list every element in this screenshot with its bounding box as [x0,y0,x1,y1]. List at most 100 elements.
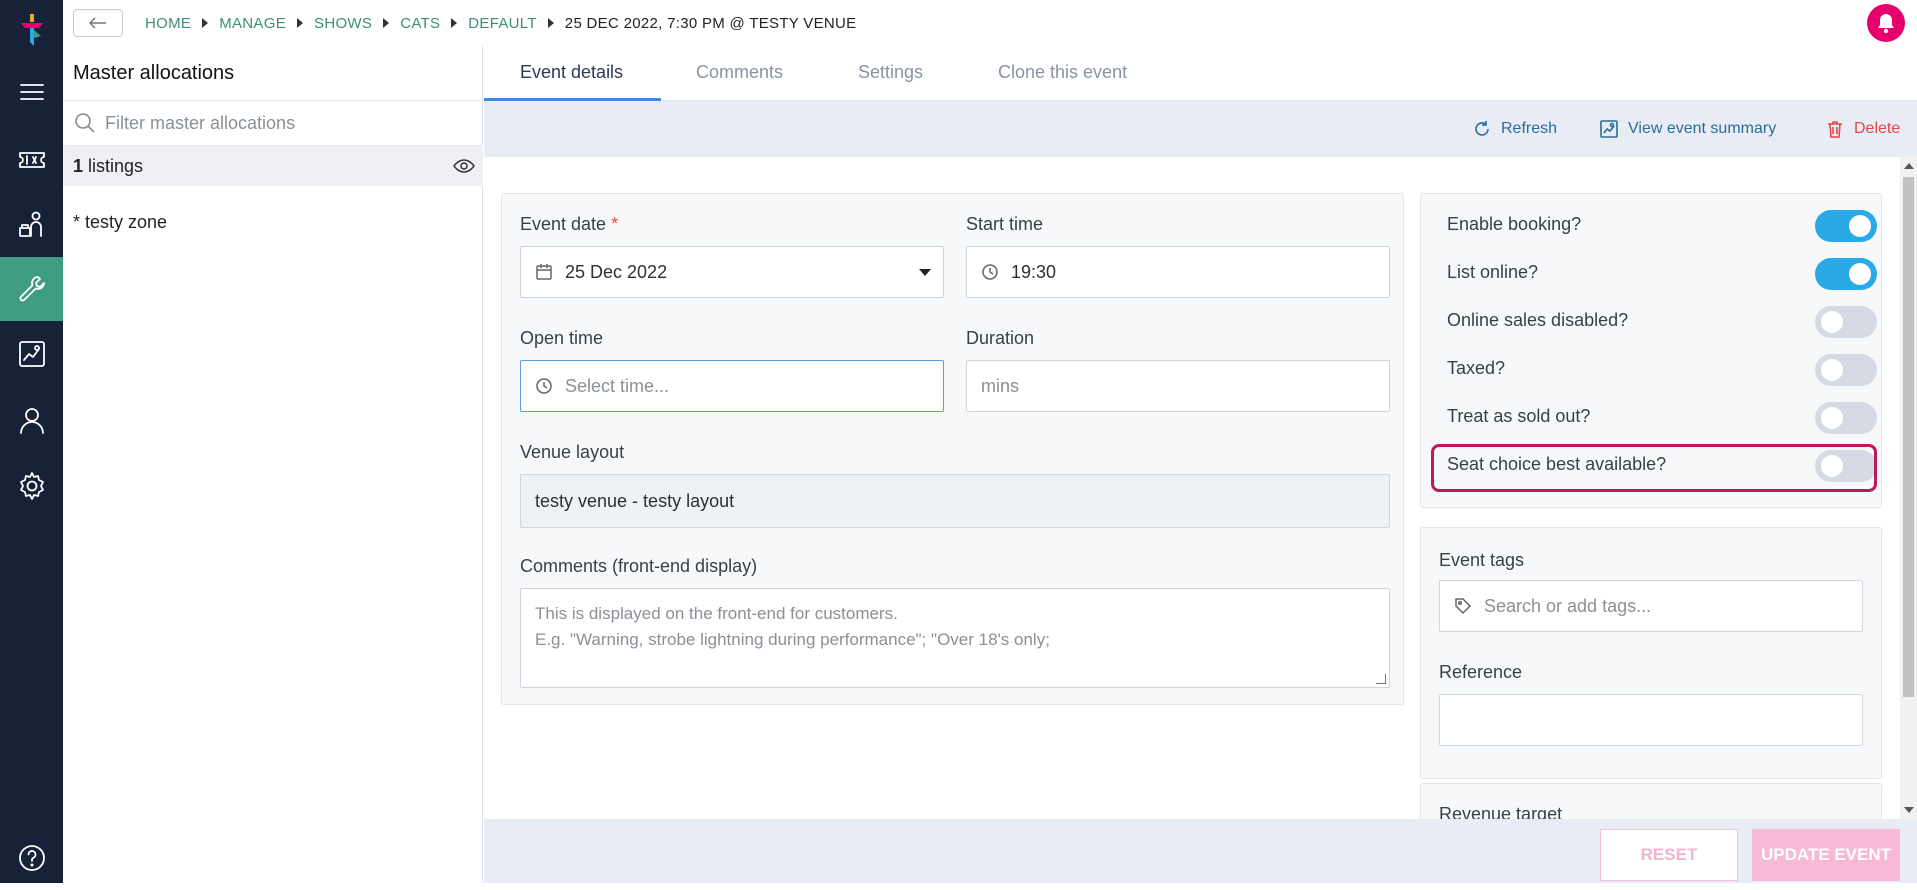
enable-booking-label: Enable booking? [1447,214,1582,234]
event-date-picker[interactable]: 25 Dec 2022 [520,246,944,298]
breadcrumb-separator-icon [383,18,390,28]
start-time-field[interactable]: 19:30 [966,246,1390,298]
view-event-summary-label: View event summary [1628,120,1777,137]
calendar-icon [536,264,552,280]
app-logo[interactable] [17,12,47,48]
tab-settings[interactable]: Settings [858,62,923,83]
event-date-label-text: Event date [520,214,607,234]
start-time-label: Start time [966,214,1044,234]
summary-icon [1600,120,1618,138]
comments-textarea[interactable]: This is displayed on the front-end for c… [520,588,1390,688]
event-tags-input[interactable]: Search or add tags... [1439,580,1863,632]
zone-item[interactable]: * testy zone [73,212,167,233]
action-bar: Refresh View event summary Delete [484,101,1917,157]
venue-layout-value: testy venue - testy layout [535,490,735,511]
event-date-label: Event date * [520,214,618,235]
reference-input[interactable] [1439,694,1863,746]
filter-bar [63,100,483,146]
tab-clone-event[interactable]: Clone this event [998,62,1127,83]
duration-field[interactable]: mins [966,360,1390,412]
venue-layout-field: testy venue - testy layout [520,474,1390,528]
duration-placeholder: mins [981,375,1020,396]
customer-service-icon[interactable] [0,192,63,256]
list-online-toggle[interactable] [1815,258,1877,290]
listings-row[interactable]: 1 listings [63,146,483,186]
scroll-down-icon[interactable] [1904,807,1914,813]
enable-booking-toggle[interactable] [1815,210,1877,242]
highlight-box [1431,444,1877,492]
breadcrumb-manage[interactable]: MANAGE [219,15,286,32]
duration-label: Duration [966,328,1035,348]
scrollbar-thumb[interactable] [1903,177,1914,697]
ticket-icon[interactable] [0,128,63,192]
panel-title: Master allocations [73,62,235,84]
refresh-label: Refresh [1501,120,1558,137]
breadcrumb-shows[interactable]: SHOWS [314,15,372,32]
event-form-card: Event date * 25 Dec 2022 Start time 19:3… [501,193,1404,705]
delete-label: Delete [1854,120,1901,137]
start-time-value: 19:30 [1011,261,1057,282]
event-options-card: Enable booking? List online? Online sale… [1420,193,1882,508]
toggle-row-treat-as-sold-out: Treat as sold out? [1447,398,1877,438]
settings-gear-icon[interactable] [0,454,63,518]
tab-comments[interactable]: Comments [696,62,783,83]
menu-icon[interactable] [0,60,63,124]
required-marker: * [611,214,619,234]
open-time-placeholder: Select time... [565,375,670,396]
eye-icon[interactable] [453,156,475,176]
open-time-label: Open time [520,328,604,348]
breadcrumb-separator-icon [297,18,304,28]
view-event-summary-button[interactable]: View event summary [1599,119,1776,139]
list-online-label: List online? [1447,262,1539,282]
tab-event-details[interactable]: Event details [520,62,623,83]
content-scrollbar[interactable] [1900,157,1917,819]
listings-label: listings [88,155,144,176]
bell-icon [1878,14,1894,34]
breadcrumb-separator-icon [547,18,554,28]
clock-icon [536,378,552,394]
comments-placeholder-line-1: This is displayed on the front-end for c… [535,604,898,623]
taxed-label: Taxed? [1447,358,1506,378]
update-event-button[interactable]: UPDATE EVENT [1752,829,1900,881]
toggle-row-list-online: List online? [1447,254,1877,294]
refresh-button[interactable]: Refresh [1472,119,1557,139]
help-icon[interactable] [0,826,63,890]
back-button[interactable] [73,9,123,37]
event-date-value: 25 Dec 2022 [565,261,668,282]
breadcrumb-home[interactable]: HOME [145,15,191,32]
master-allocations-panel: Master allocations 1 listings * testy zo… [63,46,483,883]
breadcrumb-default[interactable]: DEFAULT [468,15,537,32]
online-sales-disabled-label: Online sales disabled? [1447,310,1629,330]
app-sidebar [0,0,63,883]
toggle-row-online-sales-disabled: Online sales disabled? [1447,302,1877,342]
notifications-button[interactable] [1867,4,1905,42]
comments-placeholder-line-2: E.g. "Warning, strobe lightning during p… [535,630,1050,649]
search-icon [75,113,95,133]
bottom-action-bar: RESET UPDATE EVENT [484,819,1917,883]
delete-button[interactable]: Delete [1825,119,1900,139]
breadcrumb-current: 25 DEC 2022, 7:30 PM @ TESTY VENUE [564,14,857,32]
venue-layout-label: Venue layout [520,442,625,462]
user-icon[interactable] [0,388,63,452]
reset-button[interactable]: RESET [1600,829,1738,881]
treat-as-sold-out-toggle[interactable] [1815,402,1877,434]
wrench-icon[interactable] [0,257,63,321]
scroll-up-icon[interactable] [1904,163,1914,169]
reports-icon[interactable] [0,322,63,386]
treat-as-sold-out-label: Treat as sold out? [1447,406,1591,426]
open-time-field[interactable]: Select time... [520,360,944,412]
toggle-row-taxed: Taxed? [1447,350,1877,390]
comments-label: Comments (front-end display) [520,556,758,576]
chevron-down-icon [919,269,931,276]
resize-handle[interactable] [1376,674,1386,684]
breadcrumb-separator-icon [451,18,458,28]
breadcrumb-cats[interactable]: CATS [400,15,440,32]
refresh-icon [1475,121,1489,136]
event-tags-placeholder: Search or add tags... [1484,595,1652,616]
taxed-toggle[interactable] [1815,354,1877,386]
trash-icon [1828,121,1842,138]
online-sales-disabled-toggle[interactable] [1815,306,1877,338]
filter-allocations-input[interactable] [105,112,465,134]
tag-icon [1455,598,1472,615]
event-tags-label: Event tags [1439,550,1525,570]
